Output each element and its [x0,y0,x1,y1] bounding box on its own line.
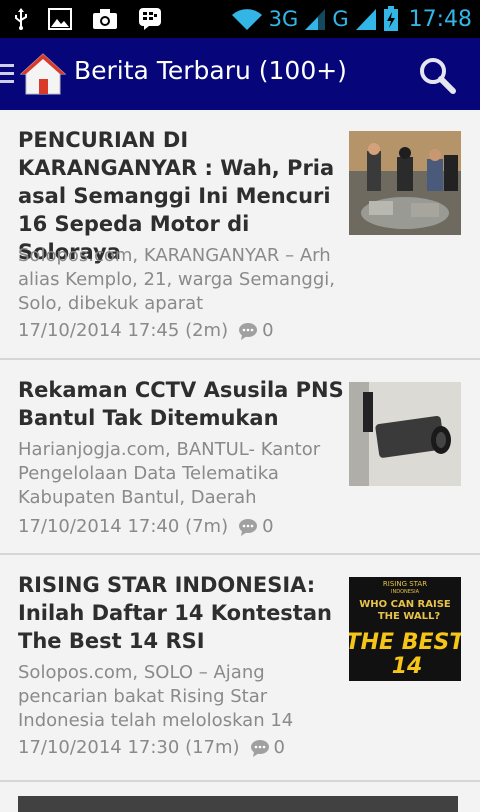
bbm-icon [139,8,161,30]
action-bar: Berita Terbaru (100+) [0,38,480,110]
comment-count: 0 [262,516,274,537]
article-summary: Solopos.com, KARANGANYAR – Arh alias Kem… [18,245,335,314]
comment-icon [250,739,269,757]
image-icon [48,8,72,30]
menu-icon[interactable] [0,64,14,86]
thumb-logo: RISING STAR [383,580,427,588]
page-title: Berita Terbaru (100+) [74,56,347,85]
network-3g-label: 3G [268,7,299,31]
search-icon[interactable] [418,56,456,94]
comment-count: 0 [273,737,285,758]
wifi-icon [231,9,262,31]
article-thumbnail: RISING STAR INDONESIA WHO CAN RAISE THE … [349,577,461,681]
article-meta: 17/10/2014 17:45 (2m) 0 [18,320,274,341]
comment-count: 0 [262,320,274,341]
status-bar: 3G G 17:48 [0,0,480,38]
system-icons: 3G G 17:48 [231,4,472,34]
notification-icons [14,6,162,32]
article-meta: 17/10/2014 17:30 (17m) 0 [18,737,285,758]
article-title-partial [18,796,458,812]
article-meta: 17/10/2014 17:40 (7m) 0 [18,516,274,537]
article-list: PENCURIAN DI KARANGANYAR : Wah, Pria asa… [0,110,480,812]
network-g-label: G [332,7,349,31]
article-title: RISING STAR INDONESIA: Inilah Daftar 14 … [18,573,332,653]
article-summary: Solopos.com, SOLO – Ajang pencarian baka… [18,662,294,731]
article-thumbnail [349,131,461,235]
article-item[interactable]: Rekaman CCTV Asusila PNS Bantul Tak Dite… [0,360,480,555]
signal-icon [305,9,326,30]
thumb-big: THE BEST [349,630,461,655]
article-item[interactable]: PENCURIAN DI KARANGANYAR : Wah, Pria asa… [0,110,480,360]
article-title: Rekaman CCTV Asusila PNS Bantul Tak Dite… [18,378,344,430]
article-summary: Harianjogja.com, BANTUL- Kantor Pengelol… [18,439,321,508]
article-timestamp: 17/10/2014 17:30 (17m) [18,737,240,758]
article-thumbnail [349,382,461,486]
thumb-num: 14 [392,654,423,679]
article-item[interactable]: RISING STAR INDONESIA: Inilah Daftar 14 … [0,555,480,782]
article-item[interactable] [0,782,480,812]
comment-icon [239,518,258,536]
clock: 17:48 [408,6,472,32]
camera-icon [93,9,117,29]
thumb-line2: THE WALL? [378,611,441,622]
battery-charging-icon [383,6,398,31]
comment-icon [239,322,258,340]
usb-icon [15,8,27,30]
article-timestamp: 17/10/2014 17:40 (7m) [18,516,229,537]
home-icon[interactable] [20,52,66,96]
thumb-logo-sub: INDONESIA [391,589,420,595]
article-timestamp: 17/10/2014 17:45 (2m) [18,320,229,341]
signal-icon [355,9,376,30]
thumb-line1: WHO CAN RAISE [359,599,451,610]
